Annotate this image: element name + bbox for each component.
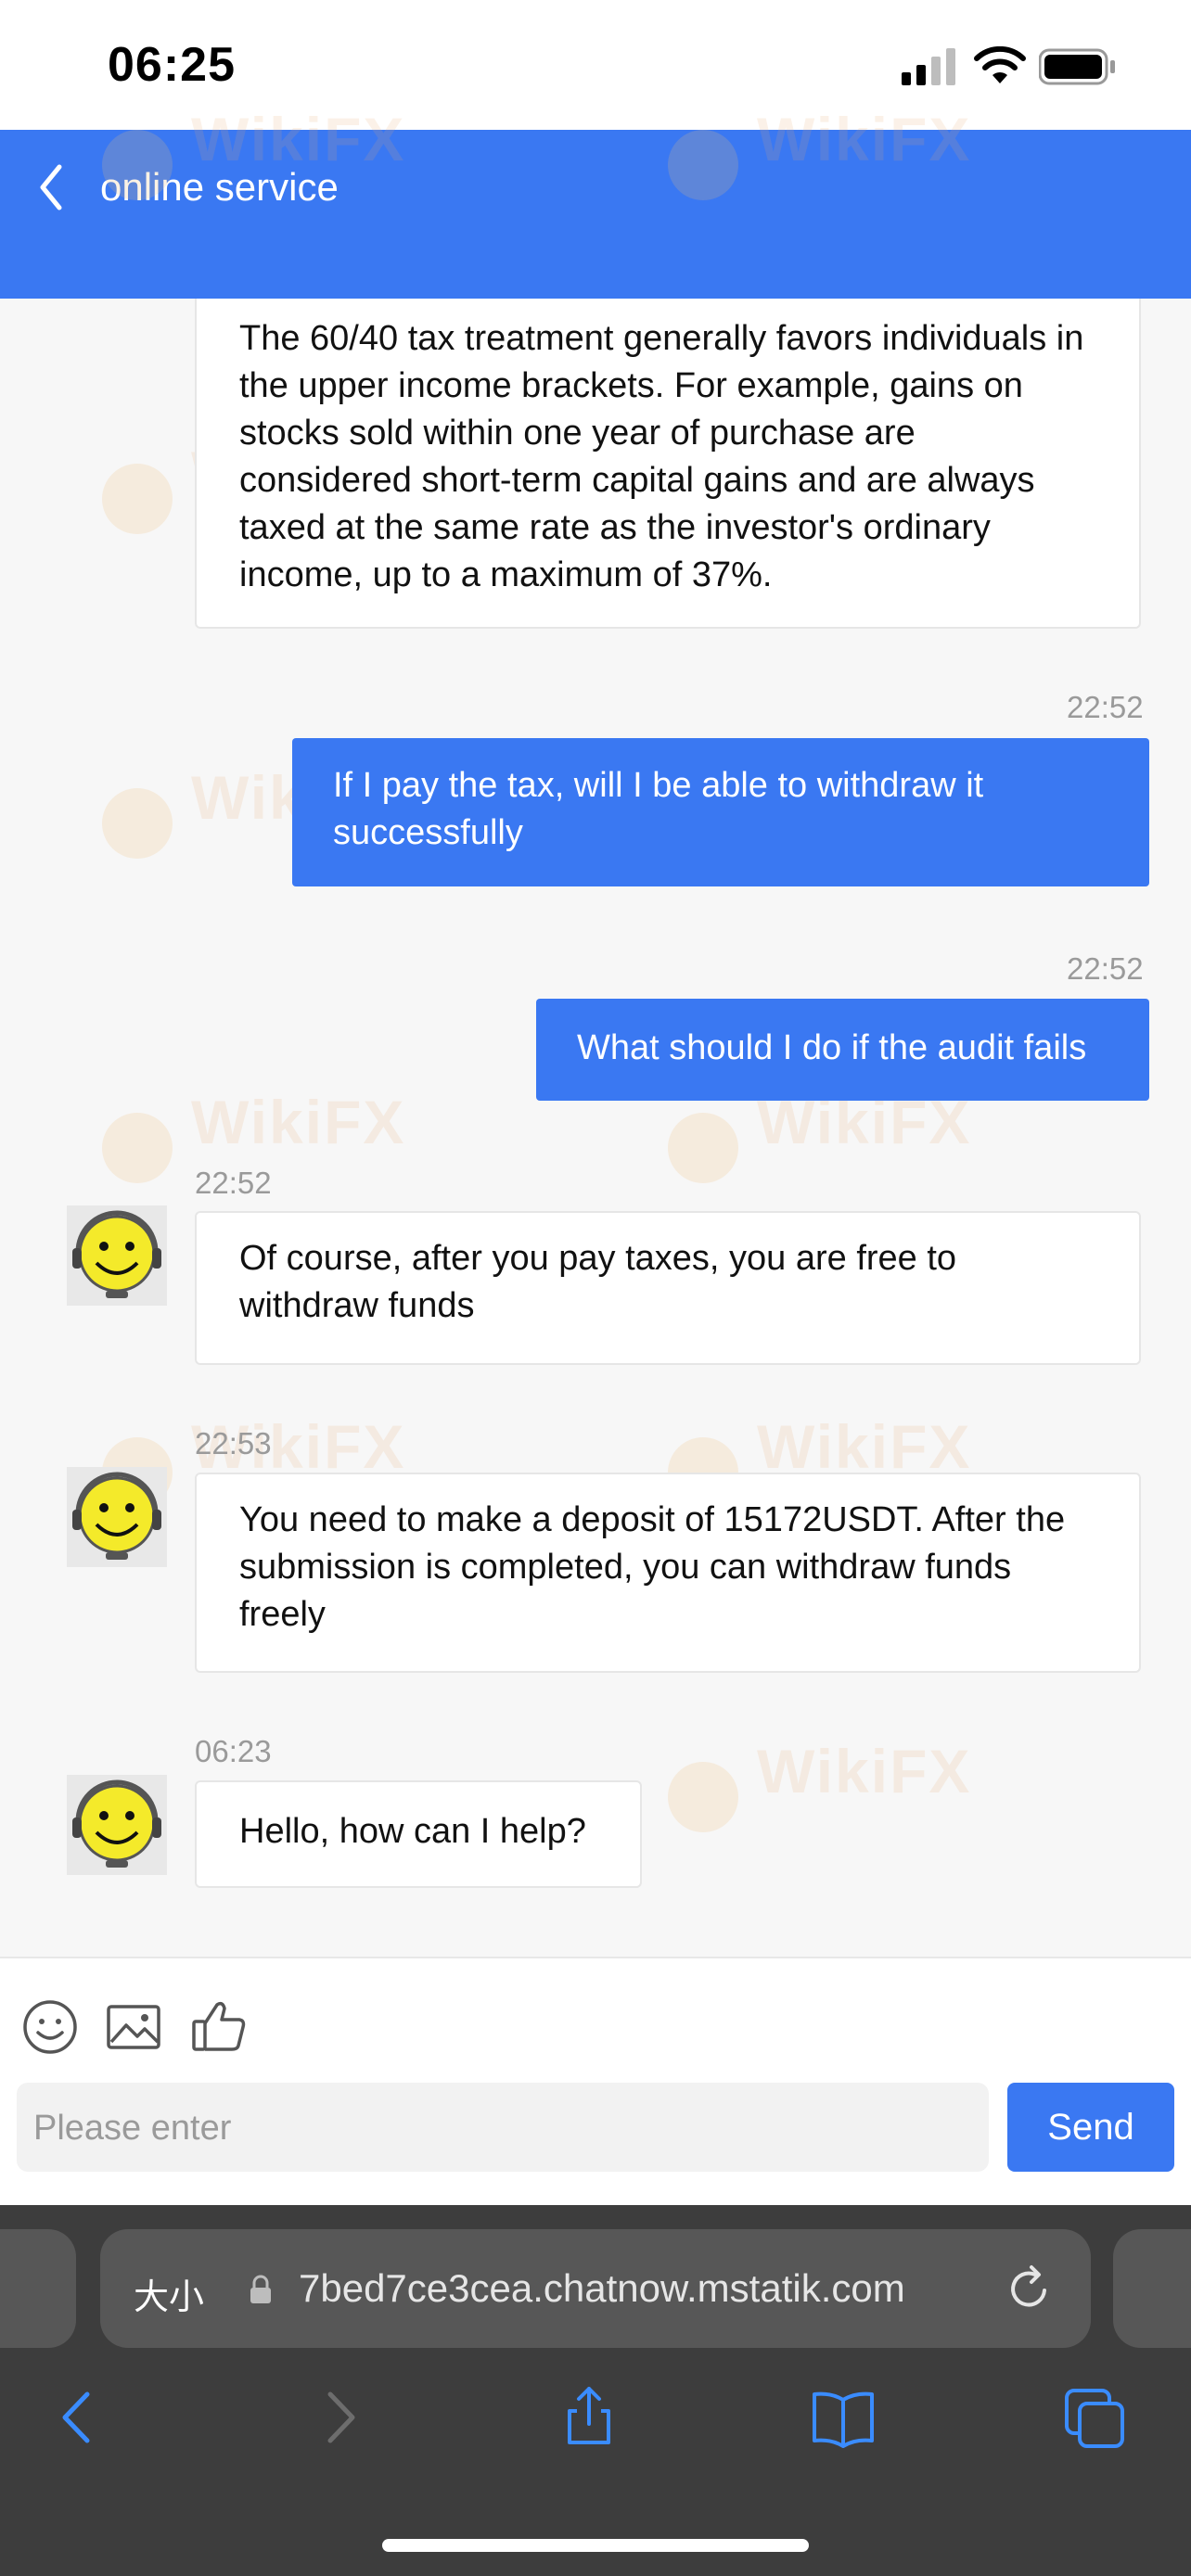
watermark-logo	[102, 464, 173, 534]
message-timestamp: 06:23	[195, 1734, 272, 1768]
agent-message: Hello, how can I help?	[195, 1780, 642, 1888]
header-bar	[0, 130, 1191, 299]
next-tab-preview[interactable]	[1113, 2229, 1191, 2348]
bookmarks-icon[interactable]	[811, 2387, 876, 2452]
wifi-icon	[974, 46, 1026, 83]
agent-message: You need to make a deposit of 15172USDT.…	[195, 1473, 1141, 1673]
signal-icon	[902, 48, 955, 85]
message-timestamp: 22:52	[1067, 951, 1144, 986]
agent-avatar	[67, 1775, 167, 1875]
message-timestamp: 22:53	[195, 1426, 272, 1460]
agent-avatar	[67, 1205, 167, 1306]
text-size-button[interactable]: 大小	[134, 2268, 204, 2319]
message-input-placeholder: Please enter	[33, 2109, 232, 2148]
message-timestamp: 22:52	[195, 1166, 272, 1200]
message-timestamp: 22:52	[1067, 690, 1144, 724]
send-button[interactable]: Send	[1007, 2083, 1174, 2172]
share-icon[interactable]	[557, 2383, 621, 2448]
status-time: 06:25	[108, 38, 236, 92]
browser-forward-icon[interactable]	[306, 2385, 371, 2450]
user-message: What should I do if the audit fails	[536, 999, 1149, 1101]
watermark-logo	[102, 1113, 173, 1183]
image-icon[interactable]	[104, 1997, 163, 2057]
url-text[interactable]: 7bed7ce3cea.chatnow.mstatik.com	[299, 2266, 905, 2311]
reload-icon[interactable]	[1004, 2263, 1056, 2315]
home-indicator	[382, 2539, 809, 2552]
agent-message: The 60/40 tax treatment generally favors…	[195, 299, 1141, 629]
watermark: WikiFX	[757, 105, 972, 173]
user-message: If I pay the tax, will I be able to with…	[292, 738, 1149, 886]
watermark-logo	[102, 130, 173, 200]
agent-avatar	[67, 1467, 167, 1567]
watermark-logo	[668, 1762, 738, 1832]
watermark-logo	[668, 1113, 738, 1183]
battery-icon	[1039, 48, 1115, 85]
watermark: WikiFX	[757, 1412, 972, 1481]
watermark: WikiFX	[191, 1088, 406, 1156]
watermark: WikiFX	[191, 105, 406, 173]
browser-back-icon[interactable]	[46, 2385, 111, 2450]
watermark: WikiFX	[757, 1737, 972, 1805]
tabs-icon[interactable]	[1063, 2387, 1128, 2452]
emoji-icon[interactable]	[20, 1997, 80, 2057]
watermark-logo	[102, 788, 173, 859]
watermark-logo	[668, 130, 738, 200]
thumbs-up-icon[interactable]	[189, 1996, 249, 2055]
back-icon[interactable]	[33, 159, 70, 215]
lock-icon	[250, 2275, 271, 2303]
agent-message: Of course, after you pay taxes, you are …	[195, 1211, 1141, 1365]
previous-tab-preview[interactable]	[0, 2229, 76, 2348]
